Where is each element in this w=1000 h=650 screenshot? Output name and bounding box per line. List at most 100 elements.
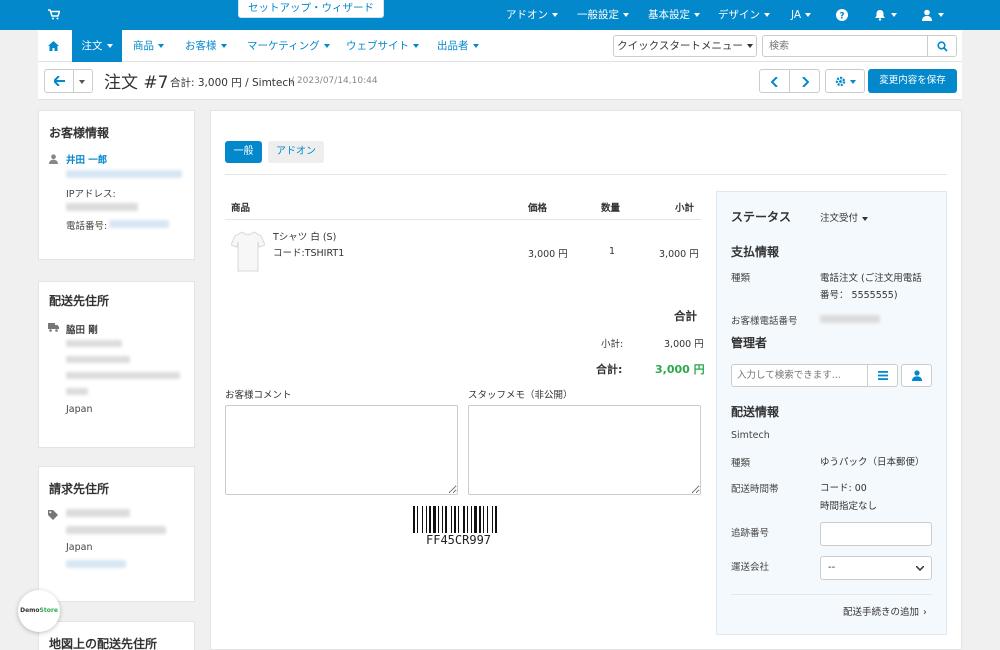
search-button[interactable]	[927, 35, 957, 57]
page-title: 注文 #7	[104, 73, 169, 93]
chevron-down-icon	[472, 44, 479, 48]
menu-general-settings-label: 一般設定	[577, 9, 619, 21]
chevron-down-icon	[850, 80, 856, 84]
search-input[interactable]	[762, 35, 928, 57]
address-line-blurred	[66, 372, 180, 379]
phone-blurred	[66, 560, 126, 568]
list-icon	[878, 371, 888, 380]
chevron-down-icon	[916, 566, 924, 571]
nav-vendors-label: 出品者	[437, 40, 469, 52]
barcode-bar	[417, 506, 418, 533]
setup-wizard-tab[interactable]: セットアップ・ウィザード	[238, 0, 384, 18]
user-icon[interactable]	[921, 9, 933, 21]
menu-general-settings[interactable]: 一般設定	[577, 0, 629, 30]
admin-title: 管理者	[731, 336, 768, 350]
back-button[interactable]	[44, 69, 74, 93]
tab-general[interactable]: 一般	[225, 141, 262, 163]
chevron-down-icon	[413, 44, 419, 48]
gear-icon	[835, 76, 846, 87]
save-changes-button[interactable]: 変更内容を保存	[868, 69, 957, 93]
tab-divider	[225, 174, 947, 175]
carrier-select[interactable]: --	[820, 556, 932, 580]
column-header-quantity: 数量	[601, 203, 621, 214]
nav-orders[interactable]: 注文	[72, 30, 122, 62]
svg-text:?: ?	[839, 12, 844, 22]
nav-customers[interactable]: お客様	[185, 30, 227, 62]
staff-note-textarea[interactable]	[468, 405, 701, 495]
chevron-down-icon	[106, 44, 113, 48]
bell-icon[interactable]	[874, 9, 886, 21]
nav-marketing[interactable]: マーケティング	[247, 30, 330, 62]
nav-vendors[interactable]: 出品者	[437, 30, 479, 62]
barcode-bar	[426, 506, 427, 533]
address-line-blurred	[66, 356, 130, 363]
address-line-blurred	[66, 388, 88, 395]
chevron-down-icon	[764, 13, 770, 17]
billing-address-title: 請求先住所	[49, 482, 110, 496]
menu-basic-settings[interactable]: 基本設定	[648, 0, 700, 30]
menu-language[interactable]: JA	[791, 0, 812, 30]
tshirt-image[interactable]	[231, 230, 265, 272]
barcode-image	[413, 506, 497, 533]
product-name-link[interactable]: Tシャツ 白 (S)	[273, 229, 336, 243]
barcode-bar	[442, 506, 443, 533]
payment-type-line1: 電話注文 (ご注文用電話	[820, 273, 922, 284]
back-dropdown-button[interactable]	[73, 69, 93, 93]
chevron-right-icon	[802, 77, 809, 87]
customer-name-link[interactable]: 井田 一郎	[66, 152, 107, 166]
tracking-number-input[interactable]	[820, 522, 932, 546]
subtotal-label: 小計:	[601, 339, 624, 350]
tab-addons[interactable]: アドオン	[268, 141, 324, 163]
payment-title: 支払情報	[731, 245, 780, 259]
menu-design[interactable]: デザイン	[718, 0, 770, 30]
add-shipment-link[interactable]: 配送手続きの追加 ›	[843, 604, 927, 618]
admin-user-button[interactable]	[901, 364, 932, 387]
status-dropdown[interactable]: 注文受付	[820, 210, 869, 224]
address-line-blurred	[66, 509, 130, 517]
nav-products[interactable]: 商品	[133, 30, 164, 62]
column-header-subtotal: 小計	[675, 203, 695, 214]
phone-label: 電話番号:	[66, 221, 108, 232]
chevron-left-icon	[771, 77, 778, 87]
add-shipment-label: 配送手続きの追加	[843, 607, 920, 618]
vendor-name: Simtech	[731, 430, 770, 441]
settings-dropdown-button[interactable]	[825, 69, 865, 93]
truck-icon	[48, 323, 59, 332]
chevron-down-icon	[623, 13, 629, 17]
previous-order-button[interactable]	[759, 69, 790, 93]
nav-website[interactable]: ウェブサイト	[346, 30, 419, 62]
shipping-address-title: 配送先住所	[49, 294, 110, 308]
cart-icon[interactable]	[48, 9, 60, 20]
next-order-button[interactable]	[789, 69, 820, 93]
order-date: / 2023/07/14,10:44	[291, 76, 378, 86]
nav-website-label: ウェブサイト	[346, 40, 409, 52]
chevron-down-icon	[552, 13, 558, 17]
customer-comment-textarea[interactable]	[225, 405, 458, 495]
nav-orders-label: 注文	[81, 40, 103, 52]
map-address-title: 地図上の配送先住所	[49, 637, 158, 650]
home-icon[interactable]	[48, 41, 59, 51]
barcode-bar	[429, 506, 431, 533]
quickstart-label: クイックスタートメニュー	[617, 40, 743, 52]
chevron-right-icon: ›	[923, 607, 927, 618]
menu-addons[interactable]: アドオン	[506, 0, 558, 30]
tag-icon	[48, 510, 58, 520]
help-icon[interactable]: ?	[836, 9, 848, 21]
shipping-country: Japan	[66, 404, 93, 415]
barcode-bar	[413, 506, 415, 533]
quickstart-menu-button[interactable]: クイックスタートメニュー	[613, 35, 757, 57]
delivery-time-code: コード: 00	[820, 483, 867, 494]
admin-list-button[interactable]	[867, 364, 898, 387]
shipping-type-value: ゆうパック（日本郵便）	[820, 457, 925, 468]
address-line-blurred	[66, 526, 166, 534]
ip-address-blurred	[66, 203, 138, 211]
admin-search-input[interactable]	[731, 364, 868, 387]
table-divider	[225, 219, 701, 220]
barcode-bar	[492, 506, 493, 533]
chevron-down-icon	[746, 44, 753, 48]
chevron-down-icon	[694, 13, 700, 17]
barcode-text: FF45CR997	[426, 533, 492, 547]
demo-store-badge[interactable]: DemoStore	[18, 590, 60, 632]
barcode-bar	[438, 506, 439, 533]
user-icon	[912, 370, 922, 381]
